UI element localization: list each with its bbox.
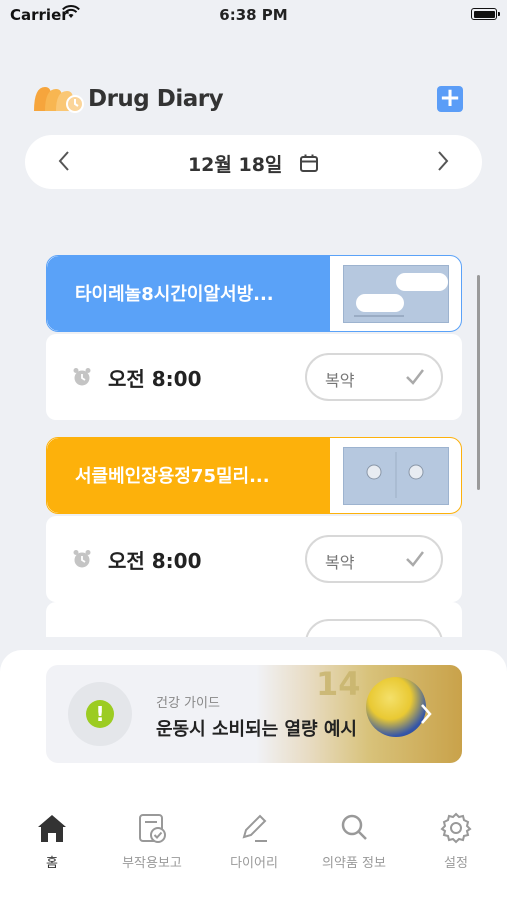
pencil-icon bbox=[242, 814, 267, 842]
pill-image bbox=[343, 447, 449, 505]
current-date[interactable]: 12월 18일 bbox=[188, 150, 282, 177]
calendar-icon[interactable] bbox=[299, 153, 319, 173]
scrollbar[interactable] bbox=[477, 275, 480, 490]
exclamation-icon: ! bbox=[86, 700, 114, 728]
take-medication-button[interactable]: 복약 bbox=[305, 353, 443, 401]
guide-icon-circle: ! bbox=[68, 682, 132, 746]
volleyball-image bbox=[366, 677, 426, 737]
checkmark-icon bbox=[406, 369, 424, 385]
chevron-right-icon[interactable] bbox=[430, 149, 454, 173]
tab-label: 설정 bbox=[444, 856, 468, 871]
tab-settings[interactable]: 설정 bbox=[416, 812, 496, 871]
report-icon bbox=[139, 814, 166, 843]
plus-icon: + bbox=[439, 83, 461, 113]
health-guide-card[interactable]: 14 ! 건강 가이드 운동시 소비되는 열량 예시 bbox=[46, 665, 462, 763]
alarm-clock-icon bbox=[73, 550, 91, 568]
take-label: 복약 bbox=[325, 553, 355, 572]
battery-icon bbox=[471, 8, 500, 20]
tab-label: 다이어리 bbox=[230, 856, 278, 871]
tab-drug-info[interactable]: 의약품 정보 bbox=[314, 812, 394, 871]
alarm-clock-icon bbox=[73, 368, 91, 386]
app-logo bbox=[34, 87, 84, 113]
status-bar: Carrier 6:38 PM bbox=[0, 0, 507, 30]
take-medication-button[interactable] bbox=[305, 619, 443, 637]
drug-name: 서클베인장용정75밀리... bbox=[47, 438, 330, 513]
dose-list[interactable]: 타이레놀8시간이알서방... 오전 8:00 복약 서클베인장용정75밀리... bbox=[0, 250, 507, 637]
take-medication-button[interactable]: 복약 bbox=[305, 535, 443, 583]
clock-time: 6:38 PM bbox=[219, 6, 288, 24]
drug-card[interactable]: 서클베인장용정75밀리... bbox=[46, 437, 462, 514]
tab-label: 의약품 정보 bbox=[322, 856, 386, 871]
guide-title: 운동시 소비되는 열량 예시 bbox=[156, 719, 357, 740]
checkmark-icon bbox=[406, 551, 424, 567]
tab-label: 부작용보고 bbox=[122, 856, 182, 871]
drug-card[interactable]: 타이레놀8시간이알서방... bbox=[46, 255, 462, 332]
dose-time-row: 오전 8:00 복약 bbox=[46, 516, 462, 602]
drug-name: 타이레놀8시간이알서방... bbox=[47, 256, 330, 331]
gear-icon bbox=[440, 812, 472, 844]
app-title: Drug Diary bbox=[88, 86, 224, 112]
tab-label: 홈 bbox=[46, 856, 58, 871]
tab-diary[interactable]: 다이어리 bbox=[214, 812, 294, 871]
jersey-number: 14 bbox=[316, 665, 361, 703]
date-selector: 12월 18일 bbox=[25, 135, 482, 189]
add-medication-button[interactable]: + bbox=[437, 83, 463, 113]
pill-image bbox=[343, 265, 449, 323]
tab-side-effect-report[interactable]: 부작용보고 bbox=[112, 812, 192, 871]
dose-time-row: 오전 8:00 복약 bbox=[46, 334, 462, 420]
home-icon bbox=[38, 815, 66, 842]
search-icon bbox=[341, 814, 367, 840]
chevron-right-icon bbox=[421, 704, 432, 724]
dose-time: 오전 8:00 bbox=[108, 367, 202, 391]
take-label: 복약 bbox=[325, 371, 355, 390]
guide-subtitle: 건강 가이드 bbox=[156, 696, 220, 711]
dose-time: 오전 8:00 bbox=[108, 549, 202, 573]
dose-time-row bbox=[46, 602, 462, 637]
tab-home[interactable]: 홈 bbox=[12, 812, 92, 871]
